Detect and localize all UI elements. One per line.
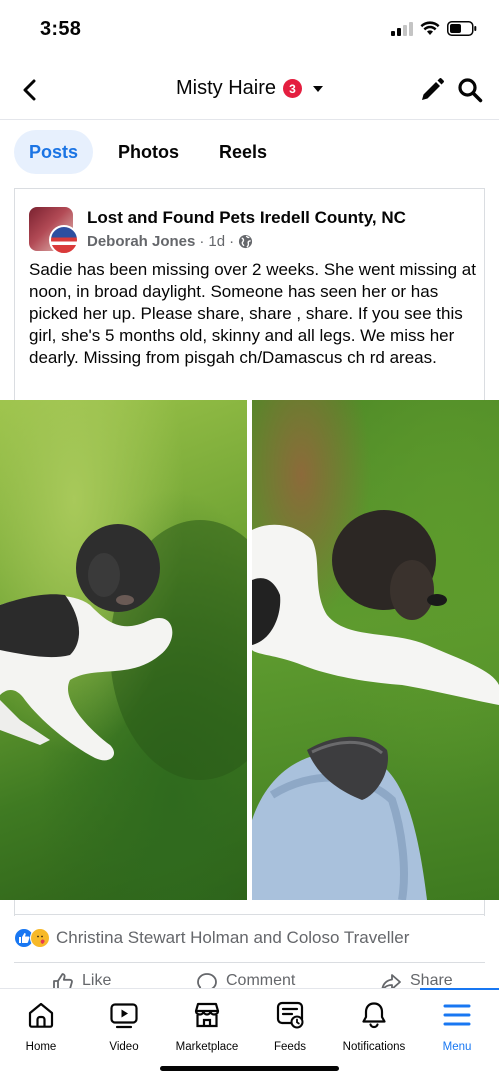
nav-marketplace-label: Marketplace xyxy=(175,1041,239,1053)
share-label: Share xyxy=(410,972,453,988)
thumbs-up-icon xyxy=(53,973,73,988)
wifi-icon xyxy=(420,21,440,35)
share-icon xyxy=(381,974,401,988)
pencil-icon xyxy=(422,78,444,100)
menu-icon xyxy=(441,999,473,1031)
caret-down-icon xyxy=(313,85,323,92)
group-name[interactable]: Lost and Found Pets Iredell County, NC xyxy=(87,208,406,228)
comment-label: Comment xyxy=(226,972,296,988)
post-actions: Like Comment Share xyxy=(0,972,499,988)
meta-separator: · xyxy=(199,233,205,250)
nav-feeds[interactable]: Feeds xyxy=(245,999,335,1053)
cellular-signal-icon xyxy=(391,21,413,36)
tab-posts[interactable]: Posts xyxy=(14,130,94,174)
status-bar: 3:58 xyxy=(0,0,499,60)
bell-icon xyxy=(358,999,390,1031)
comment-icon xyxy=(197,973,217,988)
reaction-icons xyxy=(14,928,50,948)
edit-button[interactable] xyxy=(419,77,445,103)
status-icons xyxy=(391,21,477,36)
reactions-divider xyxy=(14,914,485,915)
search-button[interactable] xyxy=(457,77,483,103)
post-photo-2[interactable] xyxy=(252,400,499,900)
globe-icon xyxy=(239,234,253,249)
like-button[interactable]: Like xyxy=(52,972,111,988)
bottom-navigation-bar: Home Video Marketplace Feeds Notificatio… xyxy=(0,988,499,1080)
nav-video[interactable]: Video xyxy=(79,999,169,1053)
home-icon xyxy=(25,999,57,1031)
tab-photos[interactable]: Photos xyxy=(103,130,194,174)
like-label: Like xyxy=(82,972,112,988)
marketplace-icon xyxy=(191,999,223,1031)
nav-menu-label: Menu xyxy=(442,1041,472,1053)
tab-reels[interactable]: Reels xyxy=(204,130,282,174)
reactions-text: Christina Stewart Holman and Coloso Trav… xyxy=(56,928,410,947)
nav-video-label: Video xyxy=(109,1041,139,1053)
author-name[interactable]: Deborah Jones xyxy=(87,233,195,250)
comment-button[interactable]: Comment xyxy=(196,972,295,988)
active-tab-indicator xyxy=(420,988,499,990)
puppy-and-shoe-photo-illustration xyxy=(252,510,499,900)
search-icon xyxy=(458,78,483,103)
top-navigation-bar: Misty Haire 3 xyxy=(0,60,499,120)
nav-home-label: Home xyxy=(25,1041,57,1053)
feeds-icon xyxy=(274,999,306,1031)
reactions-summary[interactable]: Christina Stewart Holman and Coloso Trav… xyxy=(14,928,409,948)
actions-divider xyxy=(14,962,485,963)
author-avatar[interactable] xyxy=(49,225,79,255)
profile-tabs: Posts Photos Reels xyxy=(14,130,292,174)
status-time: 3:58 xyxy=(40,18,82,40)
post-photos xyxy=(0,400,499,900)
profile-name: Misty Haire xyxy=(175,77,276,99)
notification-count-badge: 3 xyxy=(283,79,302,98)
nav-notifications-label: Notifications xyxy=(342,1041,406,1053)
puppy-photo-illustration xyxy=(0,520,247,780)
post-meta: Deborah Jones · 1d · xyxy=(87,233,253,250)
post-text: Sadie has been missing over 2 weeks. She… xyxy=(29,260,476,367)
meta-separator: · xyxy=(229,233,235,250)
post-photo-1[interactable] xyxy=(0,400,247,900)
home-indicator xyxy=(160,1066,339,1071)
battery-icon xyxy=(447,21,477,36)
care-reaction-icon xyxy=(30,928,50,948)
nav-menu[interactable]: Menu xyxy=(412,999,499,1053)
nav-marketplace[interactable]: Marketplace xyxy=(162,999,252,1053)
share-button[interactable]: Share xyxy=(380,972,453,988)
post-time: 1d xyxy=(208,233,226,250)
nav-home[interactable]: Home xyxy=(0,999,86,1053)
nav-feeds-label: Feeds xyxy=(274,1041,306,1053)
video-icon xyxy=(108,999,140,1031)
nav-notifications[interactable]: Notifications xyxy=(329,999,419,1053)
